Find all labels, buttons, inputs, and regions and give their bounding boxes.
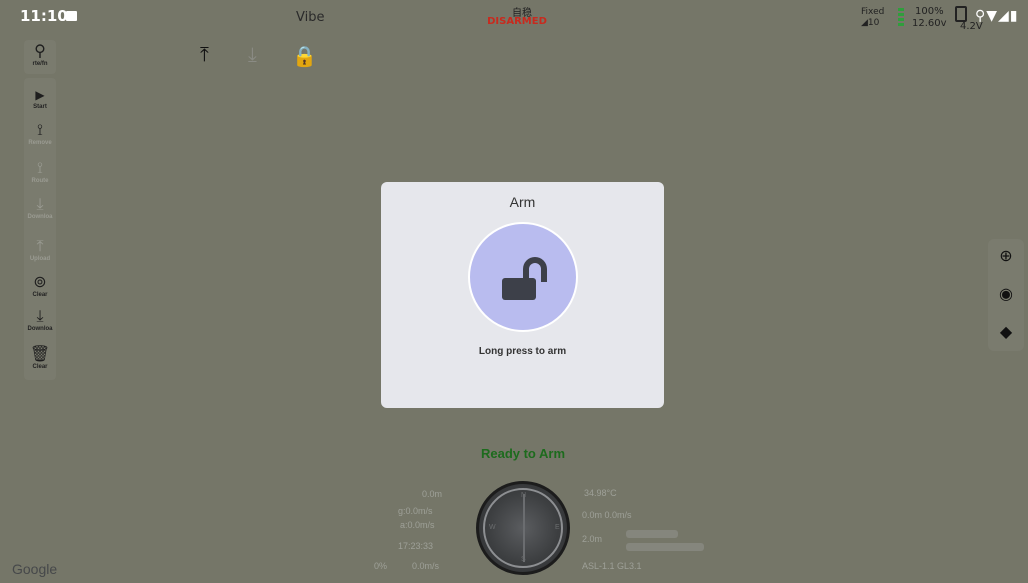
altitude-readout: 0.0m (422, 489, 443, 499)
arm-hint: Long press to arm (478, 346, 567, 357)
gps-fix-status: Fixed (861, 7, 885, 17)
time-readout: 17:23:33 (398, 541, 434, 551)
arm-dialog: Arm Long press to arm (381, 182, 664, 408)
rc-battery-icon (955, 6, 967, 22)
battery-percent: 100% (915, 6, 944, 17)
unlock-icon (502, 278, 536, 300)
home-distance-readout: 2.0m (582, 534, 603, 544)
upload-mission-button[interactable]: ⤒ Upload (24, 238, 56, 262)
battery-level-icon (898, 8, 904, 28)
trash-icon: 🗑 (29, 346, 51, 363)
return-home-icon[interactable]: ⤓ (248, 44, 257, 67)
google-logo: Google (12, 561, 58, 577)
download-icon: ⤓ (36, 196, 44, 213)
compass-north-label: N (521, 492, 527, 499)
redacted-field (626, 530, 678, 538)
vehicle-title: Vibe (296, 10, 325, 25)
route-button[interactable]: ⟟ Route (24, 160, 56, 184)
remove-route-icon: ⟟ (37, 122, 43, 139)
dialog-title: Arm (509, 194, 536, 210)
download-mission-button[interactable]: ⤓ Downloa (24, 196, 56, 220)
remove-route-button[interactable]: ⟟ Remove (24, 122, 56, 146)
start-mission-button[interactable]: ▶ Start (24, 86, 56, 110)
route-nodes-icon: ⚲ (34, 43, 46, 60)
mission-toolbar: ▶ Start ⟟ Remove ⟟ Route ⤓ Downloa ⤒ Upl… (24, 78, 56, 380)
arm-button[interactable] (468, 222, 578, 332)
route-function-panel: ⚲ rte/fn (24, 40, 56, 74)
altitude-asl-readout: ASL-1.1 GL3.1 (582, 561, 642, 571)
gallery-notification-icon (66, 11, 77, 21)
clear-point-button[interactable]: ⊚ Clear (24, 274, 56, 298)
download-button[interactable]: ⤓ Downloa (24, 308, 56, 332)
upload-icon: ⤒ (36, 238, 44, 255)
climb-rate-readout: 0.0m/s (412, 561, 440, 571)
redacted-field (626, 543, 704, 551)
compass-east-label: E (555, 524, 560, 531)
route-function-button[interactable]: ⚲ rte/fn (24, 43, 56, 67)
ready-status: Ready to Arm (480, 446, 566, 461)
compass-south-label: S (521, 556, 526, 563)
compass-west-label: W (489, 524, 496, 531)
compass-needle (523, 494, 525, 562)
download-icon: ⤓ (36, 308, 44, 325)
lock-icon[interactable]: 🔒 (292, 44, 317, 69)
gps-satellite-count: ◢10 (861, 18, 880, 28)
battery-voltage: 12.60v (912, 18, 947, 29)
clear-all-button[interactable]: 🗑 Clear (24, 346, 56, 370)
layers-icon[interactable]: ◆ (996, 323, 1016, 343)
play-icon: ▶ (35, 88, 45, 102)
clock: 11:10 (20, 7, 68, 25)
distance-speed-readout: 0.0m 0.0m/s (582, 510, 632, 520)
temperature-readout: 34.98°C (584, 488, 617, 498)
arm-state: DISARMED (487, 16, 547, 27)
my-location-icon[interactable]: ◉ (996, 285, 1016, 305)
compass-north-icon[interactable]: ⊕ (996, 247, 1016, 267)
clear-point-icon: ⊚ (33, 274, 47, 291)
takeoff-icon[interactable]: ⤒ (200, 44, 209, 67)
route-icon: ⟟ (37, 160, 43, 177)
compass-gauge: N S W E (476, 481, 570, 575)
status-bar: 11:10 Vibe 自稳 DISARMED Fixed ◢10 100% 12… (0, 0, 1028, 36)
throttle-readout: 0% (374, 561, 388, 571)
system-status-icons: ⚲▼◢▮ (975, 8, 1019, 24)
map-controls: ⊕ ◉ ◆ (988, 239, 1024, 351)
air-speed-readout: a:0.0m/s (400, 520, 435, 530)
ground-speed-readout: g:0.0m/s (398, 506, 433, 516)
